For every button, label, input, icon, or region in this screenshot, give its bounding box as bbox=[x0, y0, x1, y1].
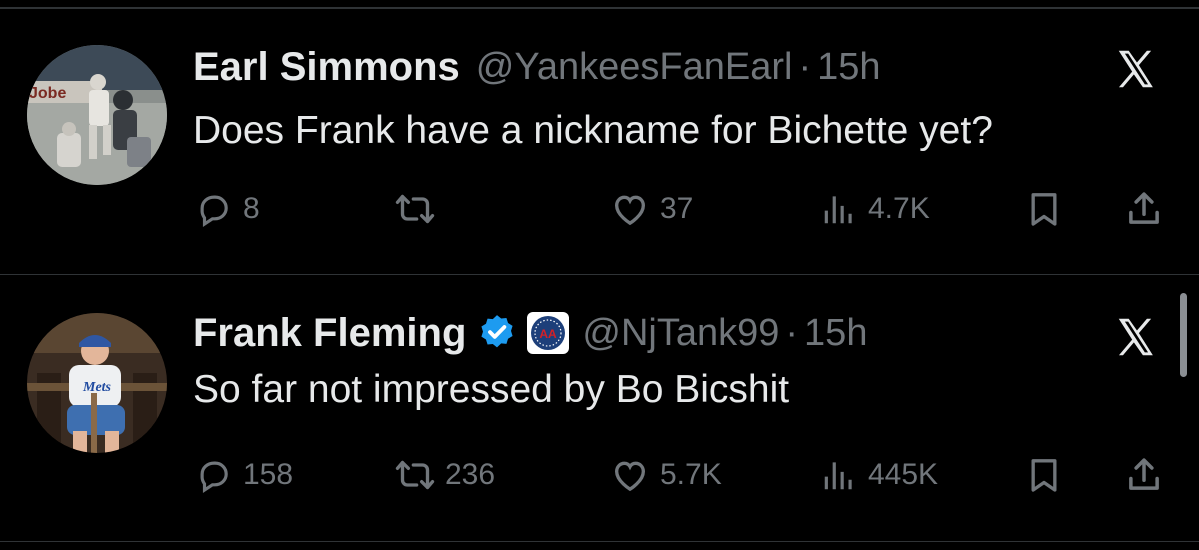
display-name[interactable]: Frank Fleming bbox=[193, 311, 466, 356]
tweet-2[interactable]: Mets Frank Fleming AA @NjTank99 · 15h So… bbox=[0, 275, 1199, 540]
svg-text:Mets: Mets bbox=[82, 380, 112, 395]
avatar-sign-text: Jobe bbox=[29, 85, 66, 102]
like-icon bbox=[614, 195, 646, 226]
affiliate-badge[interactable]: AA bbox=[526, 311, 570, 355]
bookmark-icon bbox=[1031, 193, 1057, 226]
action-bar: 8 37 4.7K bbox=[0, 184, 1199, 234]
view-count: 445K bbox=[868, 458, 939, 491]
bookmark-icon bbox=[1031, 459, 1057, 492]
views-button[interactable]: 445K bbox=[820, 450, 938, 500]
avatar-image: Jobe bbox=[27, 45, 167, 185]
scrollbar[interactable] bbox=[1180, 293, 1187, 377]
tweet-1[interactable]: Jobe Earl Simmons @YankeesFanEarl · 15h … bbox=[0, 9, 1199, 274]
tweet-text: So far not impressed by Bo Bicshit bbox=[193, 368, 790, 411]
share-icon bbox=[1129, 192, 1159, 224]
timestamp[interactable]: 15h bbox=[804, 312, 867, 355]
tweet-header: Frank Fleming AA @NjTank99 · 15h bbox=[193, 309, 867, 357]
views-button[interactable]: 4.7K bbox=[820, 184, 930, 234]
display-name[interactable]: Earl Simmons bbox=[193, 45, 460, 90]
retweet-count: 236 bbox=[445, 458, 496, 491]
handle[interactable]: @YankeesFanEarl bbox=[476, 46, 793, 89]
separator-dot: · bbox=[785, 311, 799, 354]
x-logo-icon[interactable] bbox=[1113, 314, 1159, 360]
retweet-icon bbox=[395, 194, 435, 224]
reply-count: 8 bbox=[243, 192, 260, 225]
tweet-text: Does Frank have a nickname for Bichette … bbox=[193, 109, 993, 152]
verified-badge[interactable] bbox=[476, 312, 518, 354]
verified-badge-icon bbox=[481, 315, 513, 348]
bookmark-button[interactable] bbox=[1024, 450, 1064, 500]
share-button[interactable] bbox=[1123, 450, 1165, 500]
bookmark-button[interactable] bbox=[1024, 184, 1064, 234]
affiliate-mark: AA bbox=[540, 327, 558, 341]
barstool-logo-icon: AA bbox=[527, 312, 570, 354]
handle[interactable]: @NjTank99 bbox=[582, 312, 779, 355]
timestamp[interactable]: 15h bbox=[817, 46, 880, 89]
reply-icon bbox=[200, 195, 228, 227]
separator-dot: · bbox=[798, 45, 812, 88]
views-icon bbox=[824, 196, 852, 224]
x-logo-icon[interactable] bbox=[1113, 46, 1159, 92]
view-count: 4.7K bbox=[868, 192, 930, 225]
tweet-header: Earl Simmons @YankeesFanEarl · 15h bbox=[193, 43, 881, 91]
reply-button[interactable]: 158 bbox=[195, 450, 293, 500]
retweet-button[interactable]: 236 bbox=[395, 450, 495, 500]
like-count: 5.7K bbox=[660, 458, 722, 491]
share-button[interactable] bbox=[1123, 184, 1165, 234]
reply-count: 158 bbox=[243, 458, 294, 491]
like-count: 37 bbox=[660, 192, 694, 225]
reply-icon bbox=[200, 461, 228, 493]
retweet-icon bbox=[395, 460, 435, 490]
reply-button[interactable]: 8 bbox=[195, 184, 260, 234]
avatar[interactable]: Jobe bbox=[27, 45, 167, 185]
like-icon bbox=[614, 461, 646, 492]
avatar[interactable]: Mets bbox=[27, 313, 167, 453]
action-bar: 158 236 5.7K 445K bbox=[0, 450, 1199, 500]
like-button[interactable]: 37 bbox=[610, 184, 693, 234]
avatar-image: Mets bbox=[27, 313, 167, 453]
retweet-button[interactable] bbox=[395, 184, 445, 234]
share-icon bbox=[1129, 458, 1159, 490]
views-icon bbox=[824, 462, 852, 490]
bottom-divider bbox=[0, 541, 1199, 542]
like-button[interactable]: 5.7K bbox=[610, 450, 722, 500]
